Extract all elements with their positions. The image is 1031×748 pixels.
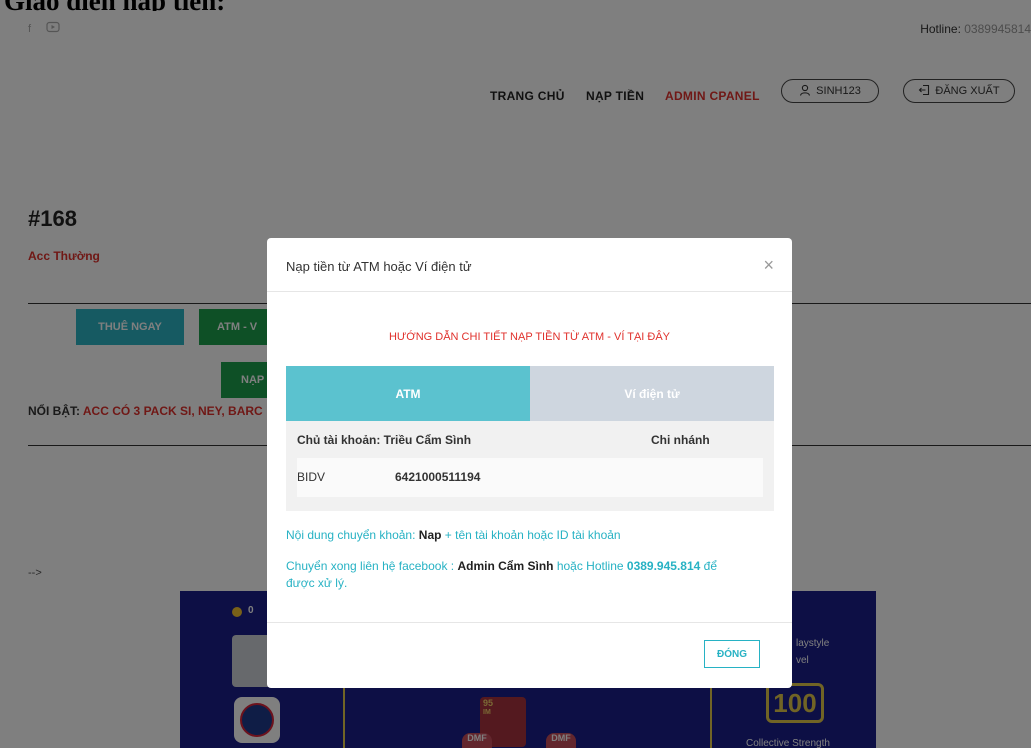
- guide-link[interactable]: HƯỚNG DẪN CHI TIẾT NẠP TIỀN TỪ ATM - VÍ …: [267, 331, 792, 343]
- header-divider: [267, 291, 792, 292]
- contact-mid: hoặc Hotline: [556, 559, 624, 573]
- tab-e-wallet[interactable]: Ví điện tử: [530, 366, 774, 421]
- transfer-keyword: Nap: [418, 528, 442, 542]
- account-number: 6421000511194: [395, 470, 481, 484]
- footer-divider: [267, 622, 792, 623]
- transfer-suffix: + tên tài khoản hoặc ID tài khoản: [444, 528, 621, 542]
- transfer-content-note: Nội dung chuyển khoản: Nap + tên tài kho…: [286, 528, 621, 542]
- contact-phone[interactable]: 0389.945.814: [627, 559, 700, 573]
- contact-note: Chuyển xong liên hệ facebook : Admin Cẩm…: [286, 558, 776, 592]
- modal-title: Nạp tiền từ ATM hoặc Ví điện tử: [286, 259, 472, 274]
- contact-line2: được xử lý.: [286, 576, 348, 590]
- close-icon[interactable]: ×: [763, 255, 774, 276]
- contact-suffix: để: [703, 559, 717, 573]
- bank-info-table: Chủ tài khoản: Triều Cẩm Sình Chi nhánh …: [286, 421, 774, 511]
- contact-prefix: Chuyển xong liên hệ facebook :: [286, 559, 455, 573]
- transfer-prefix: Nội dung chuyển khoản:: [286, 528, 416, 542]
- branch-header: Chi nhánh: [651, 433, 710, 447]
- owner-header: Chủ tài khoản: Triều Cẩm Sình: [297, 433, 472, 447]
- tab-atm[interactable]: ATM: [286, 366, 530, 421]
- contact-admin-link[interactable]: Admin Cẩm Sình: [457, 559, 553, 573]
- payment-tabs: ATM Ví điện tử: [286, 366, 774, 421]
- deposit-modal: Nạp tiền từ ATM hoặc Ví điện tử × HƯỚNG …: [267, 238, 792, 688]
- bank-name: BIDV: [297, 470, 326, 484]
- table-row: BIDV 6421000511194: [297, 458, 763, 497]
- close-button[interactable]: ĐÓNG: [704, 640, 760, 668]
